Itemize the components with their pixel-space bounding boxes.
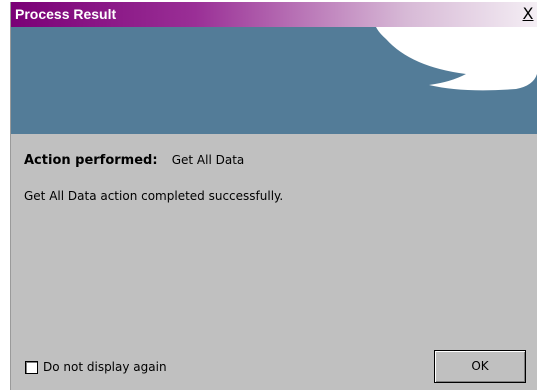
- do-not-display-again-label: Do not display again: [43, 360, 167, 374]
- header-banner: [11, 27, 537, 134]
- window-title: Process Result: [15, 6, 117, 22]
- process-result-dialog: Process Result X Action performed: Get A…: [10, 2, 537, 390]
- title-bar[interactable]: Process Result X: [11, 2, 537, 27]
- speech-bubble-graphic: [376, 27, 537, 91]
- ok-button[interactable]: OK: [434, 350, 526, 383]
- dialog-content: Action performed: Get All Data Get All D…: [11, 134, 537, 390]
- do-not-display-again-checkbox[interactable]: [25, 360, 38, 374]
- result-message: Get All Data action completed successful…: [24, 189, 284, 203]
- action-performed-label: Action performed:: [24, 153, 158, 168]
- do-not-display-again-option[interactable]: Do not display again: [25, 360, 167, 374]
- action-performed-value: Get All Data: [171, 153, 245, 167]
- action-performed-row: Action performed: Get All Data: [24, 153, 244, 168]
- close-icon[interactable]: X: [519, 4, 537, 24]
